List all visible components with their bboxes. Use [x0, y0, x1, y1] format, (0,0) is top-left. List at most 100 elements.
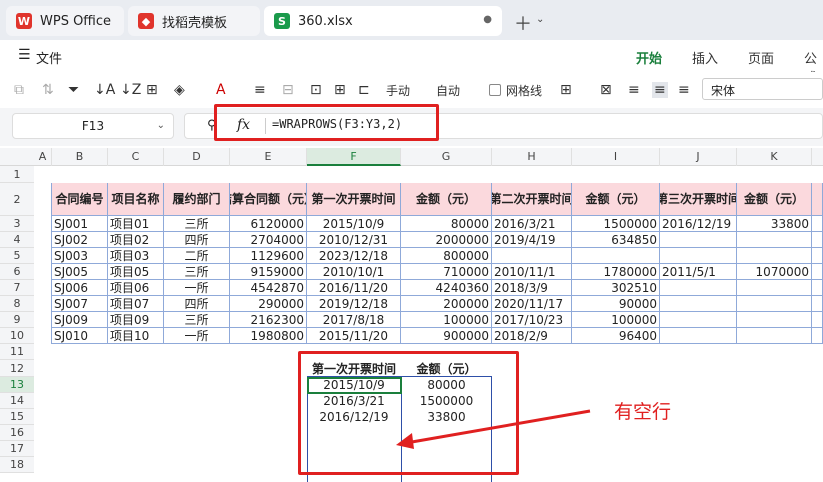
table-cell[interactable]: 302510: [572, 280, 660, 296]
table-cell[interactable]: 1500000: [572, 216, 660, 232]
column-header-j[interactable]: J: [660, 148, 737, 166]
tab-docer[interactable]: ◆ 找稻壳模板: [128, 6, 260, 36]
table-header-cell[interactable]: 第三次开票时间: [660, 183, 737, 216]
row-header-8[interactable]: 8: [0, 296, 34, 312]
table-cell[interactable]: [660, 248, 737, 264]
table-cell[interactable]: [812, 216, 823, 232]
table-cell[interactable]: 2015/11/20: [307, 328, 401, 344]
table-cell[interactable]: 2018/2/9: [492, 328, 572, 344]
table-cell[interactable]: 项目07: [108, 296, 164, 312]
table-cell[interactable]: 四所: [164, 232, 230, 248]
table-cell[interactable]: 项目06: [108, 280, 164, 296]
row-header-1[interactable]: 1: [0, 166, 34, 183]
table-header-cell[interactable]: 第二次开票时间: [492, 183, 572, 216]
table-cell[interactable]: [737, 248, 812, 264]
table-cell[interactable]: [812, 312, 823, 328]
table-cell[interactable]: 90000: [572, 296, 660, 312]
table-cell[interactable]: 290000: [230, 296, 307, 312]
row-header-5[interactable]: 5: [0, 248, 34, 264]
table-cell[interactable]: 96400: [572, 328, 660, 344]
row-header-12[interactable]: 12: [0, 360, 34, 377]
table-cell[interactable]: 2019/4/19: [492, 232, 572, 248]
table-cell[interactable]: SJ009: [52, 312, 108, 328]
column-header-d[interactable]: D: [164, 148, 230, 166]
table-header-cell[interactable]: 履约部门: [164, 183, 230, 216]
table-cell[interactable]: 二所: [164, 248, 230, 264]
align-center-icon[interactable]: ≡: [652, 82, 668, 98]
table-header-cell[interactable]: 合同编号: [52, 183, 108, 216]
table-cell[interactable]: 2162300: [230, 312, 307, 328]
table-cell[interactable]: 三所: [164, 216, 230, 232]
table-cell[interactable]: 80000: [401, 216, 492, 232]
tab-wps-office[interactable]: W WPS Office: [6, 6, 124, 36]
chevron-down-icon[interactable]: ⌄: [536, 14, 544, 25]
ribbon-tab-insert[interactable]: 插入: [692, 48, 718, 67]
row-header-17[interactable]: 17: [0, 441, 34, 457]
table-header-cell[interactable]: [812, 183, 823, 216]
table-cell[interactable]: [492, 248, 572, 264]
table-header-cell[interactable]: 金额（元）: [572, 183, 660, 216]
table-cell[interactable]: [660, 296, 737, 312]
chevron-down-icon[interactable]: ⌄: [157, 114, 165, 138]
column-header-f[interactable]: F: [307, 148, 401, 166]
row-header-10[interactable]: 10: [0, 328, 34, 344]
table-cell[interactable]: 2000000: [401, 232, 492, 248]
table-header-cell[interactable]: 结算合同额（元）: [230, 183, 307, 216]
table-cell[interactable]: 2018/3/9: [492, 280, 572, 296]
border-icon[interactable]: ⊞: [146, 82, 158, 98]
table-cell[interactable]: [737, 280, 812, 296]
table-cell[interactable]: 项目05: [108, 264, 164, 280]
table-cell[interactable]: 1780000: [572, 264, 660, 280]
menu-icon[interactable]: ☰: [18, 47, 31, 63]
table-cell[interactable]: 100000: [572, 312, 660, 328]
table-cell[interactable]: 710000: [401, 264, 492, 280]
table-cell[interactable]: 2017/10/23: [492, 312, 572, 328]
table-cell[interactable]: [660, 328, 737, 344]
column-header-h[interactable]: H: [492, 148, 572, 166]
table-cell[interactable]: [737, 328, 812, 344]
table-cell[interactable]: 2017/8/18: [307, 312, 401, 328]
gridlines-checkbox[interactable]: [489, 84, 501, 96]
row-header-11[interactable]: 11: [0, 344, 34, 360]
table-cell[interactable]: SJ002: [52, 232, 108, 248]
table-cell[interactable]: 1980800: [230, 328, 307, 344]
table-cell[interactable]: 一所: [164, 280, 230, 296]
table-cell[interactable]: 项目03: [108, 248, 164, 264]
table-cell[interactable]: SJ005: [52, 264, 108, 280]
table-cell[interactable]: [660, 232, 737, 248]
table-cell[interactable]: 项目10: [108, 328, 164, 344]
table-cell[interactable]: SJ001: [52, 216, 108, 232]
tab-close-dot-icon[interactable]: ●: [483, 14, 492, 25]
ribbon-tab-page[interactable]: 页面: [748, 48, 774, 67]
calc-auto[interactable]: 自动: [436, 82, 460, 99]
table-cell[interactable]: 634850: [572, 232, 660, 248]
column-header-b[interactable]: B: [52, 148, 108, 166]
table-cell[interactable]: 三所: [164, 312, 230, 328]
column-header-e[interactable]: E: [230, 148, 307, 166]
row-header-14[interactable]: 14: [0, 393, 34, 409]
table-header-cell[interactable]: 金额（元）: [401, 183, 492, 216]
table-cell[interactable]: SJ010: [52, 328, 108, 344]
table-header-cell[interactable]: 项目名称: [108, 183, 164, 216]
sort-desc-icon[interactable]: ↓Z: [120, 82, 141, 98]
file-menu[interactable]: 文件: [36, 48, 62, 67]
table-cell[interactable]: 2020/11/17: [492, 296, 572, 312]
table-cell[interactable]: 9159000: [230, 264, 307, 280]
table-cell[interactable]: 4542870: [230, 280, 307, 296]
table-cell[interactable]: 项目09: [108, 312, 164, 328]
row-header-15[interactable]: 15: [0, 409, 34, 425]
table-cell[interactable]: 200000: [401, 296, 492, 312]
row-header-6[interactable]: 6: [0, 264, 34, 280]
table-cell[interactable]: 四所: [164, 296, 230, 312]
table-cell[interactable]: 33800: [737, 216, 812, 232]
table-cell[interactable]: 1129600: [230, 248, 307, 264]
align-left-icon[interactable]: ≡: [628, 82, 640, 98]
table-cell[interactable]: 一所: [164, 328, 230, 344]
tab-360-xlsx[interactable]: S 360.xlsx ●: [264, 6, 502, 36]
name-box[interactable]: F13 ⌄: [12, 113, 174, 139]
table-cell[interactable]: [737, 312, 812, 328]
table-cell[interactable]: 6120000: [230, 216, 307, 232]
table-header-cell[interactable]: 金额（元）: [737, 183, 812, 216]
table-cell[interactable]: 4240360: [401, 280, 492, 296]
table-cell[interactable]: 2010/12/31: [307, 232, 401, 248]
